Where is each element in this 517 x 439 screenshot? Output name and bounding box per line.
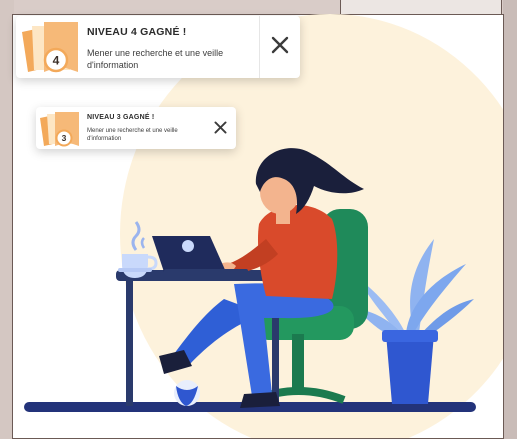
close-button[interactable]: [206, 107, 236, 149]
notification-level-4: 4 NIVEAU 4 GAGNÉ ! Mener une recherche e…: [16, 16, 300, 78]
plant: [354, 239, 474, 404]
level-number: 4: [53, 54, 60, 68]
notification-description: Mener une recherche et une veille d'info…: [87, 48, 224, 70]
notification-title: NIVEAU 3 GAGNÉ !: [87, 114, 155, 121]
close-icon[interactable]: [271, 36, 289, 54]
coffee-cup: [118, 221, 158, 278]
level-number: 3: [62, 133, 67, 143]
level-badge: 3: [39, 112, 81, 148]
notification-description: Mener une recherche et une veille d'info…: [87, 128, 178, 142]
notification-level-3: 3 NIVEAU 3 GAGNÉ ! Mener une recherche e…: [36, 107, 236, 149]
close-button[interactable]: [259, 16, 300, 78]
ribbon-badge-icon: 3: [40, 112, 79, 147]
close-icon[interactable]: [214, 121, 227, 134]
notification-title: NIVEAU 4 GAGNÉ !: [87, 26, 187, 38]
background-panel: [340, 0, 502, 15]
ribbon-badge-icon: 4: [22, 22, 78, 73]
background-right: [503, 0, 517, 439]
level-badge: 4: [20, 22, 80, 76]
